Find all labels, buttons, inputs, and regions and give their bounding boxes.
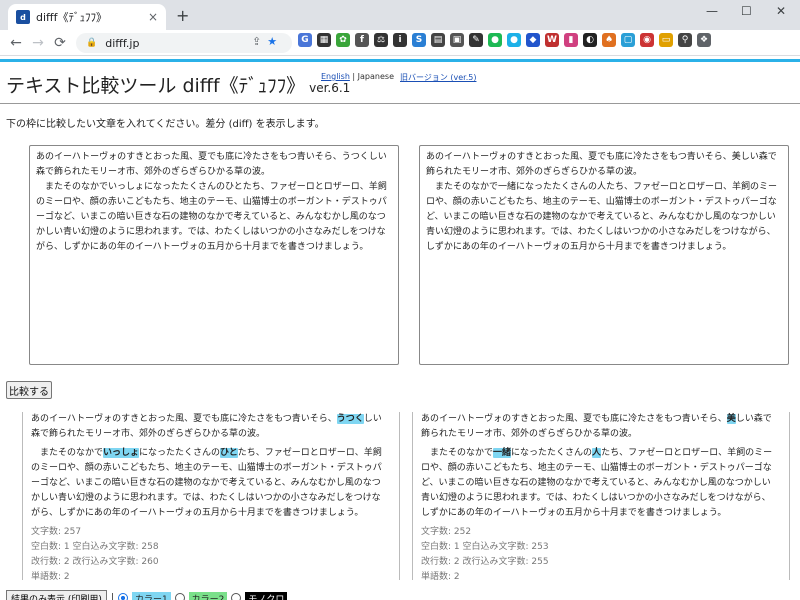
- color2-label[interactable]: カラー2: [188, 591, 228, 600]
- lang-separator: |: [349, 72, 358, 81]
- print-view-button[interactable]: 結果のみ表示 (印刷用): [6, 590, 107, 600]
- bookmark-star-icon[interactable]: ★: [267, 35, 277, 48]
- extension-icon[interactable]: ▦: [317, 33, 331, 47]
- color1-radio[interactable]: [117, 593, 128, 600]
- new-tab-icon[interactable]: +: [176, 6, 189, 25]
- diff-highlight: ひと: [220, 448, 238, 458]
- stat-lines: 改行数: 2 改行込み文字数: 255: [421, 557, 549, 567]
- extension-icon[interactable]: ▢: [621, 33, 635, 47]
- text-segment: になったたくさんの: [139, 448, 221, 458]
- tab-difff[interactable]: d difff《ﾃﾞｭﾌﾌ》 ×: [8, 4, 166, 30]
- tab-title: difff《ﾃﾞｭﾌﾌ》: [36, 11, 107, 24]
- stat-chars: 文字数: 252: [421, 527, 472, 537]
- omnibox-icons: ⇪ ★: [252, 35, 277, 48]
- extension-icon[interactable]: f: [355, 33, 369, 47]
- minimize-icon[interactable]: —: [706, 4, 718, 18]
- extensions-bar: G ▦ ✿ f ⚖ i S ▤ ▣ ✎ ● ● ◆ W ▮ ◐ ♠ ▢ ◉ ▭ ⚲ ❖: [298, 33, 711, 47]
- header-accent-line: [0, 59, 800, 62]
- favicon-icon: d: [16, 10, 30, 24]
- extension-icon[interactable]: ◆: [526, 33, 540, 47]
- display-options: 結果のみ表示 (印刷用) | カラー1 カラー2 モノクロ: [6, 590, 288, 600]
- text-segment: またそのなかで: [31, 448, 104, 458]
- extension-icon[interactable]: G: [298, 33, 312, 47]
- right-text-input[interactable]: あのイーハトーヴォのすきとおった風、夏でも底に冷たさをもつ青いそら、美しい森で飾…: [419, 145, 789, 365]
- extension-icon[interactable]: ●: [507, 33, 521, 47]
- extension-icon[interactable]: ◉: [640, 33, 654, 47]
- stat-spaces: 空白数: 1 空白込み文字数: 253: [421, 542, 549, 552]
- share-icon[interactable]: ⇪: [252, 35, 261, 48]
- text-segment: になったたくさんの: [511, 448, 593, 458]
- extension-icon[interactable]: W: [545, 33, 559, 47]
- lang-english-link[interactable]: English: [321, 72, 350, 81]
- extension-icon[interactable]: ●: [488, 33, 502, 47]
- tab-bar: d difff《ﾃﾞｭﾌﾌ》 × + — ☐ ✕: [0, 0, 800, 30]
- maximize-icon[interactable]: ☐: [741, 4, 752, 18]
- extension-icon[interactable]: ✿: [336, 33, 350, 47]
- result-paragraph: あのイーハトーヴォのすきとおった風、夏でも底に冷たさをもつ青いそら、うつくしい森…: [31, 412, 389, 442]
- back-icon[interactable]: ←: [4, 35, 28, 51]
- extension-icon[interactable]: ▭: [659, 33, 673, 47]
- reload-icon[interactable]: ⟳: [48, 35, 72, 51]
- divider: [0, 103, 800, 104]
- options-separator: |: [110, 593, 114, 600]
- result-paragraph: またそのなかでいっしょになったたくさんのひとたち、ファゼーロとロザーロ、羊飼のミ…: [31, 446, 389, 521]
- text-segment: またそのなかで: [421, 448, 494, 458]
- extension-icon[interactable]: i: [393, 33, 407, 47]
- forward-icon[interactable]: →: [26, 35, 50, 51]
- result-paragraph: またそのなかで一緒になったたくさんの人たち、ファゼーロとロザーロ、羊飼のミーロや…: [421, 446, 779, 521]
- diff-highlight: うつく: [336, 414, 364, 424]
- text-segment: あのイーハトーヴォのすきとおった風、夏でも底に冷たさをもつ青いそら、: [421, 414, 727, 424]
- left-stats: 文字数: 257 空白数: 1 空白込み文字数: 258 改行数: 2 改行込み…: [31, 525, 389, 585]
- tab-close-icon[interactable]: ×: [148, 10, 158, 24]
- extension-icon[interactable]: ✎: [469, 33, 483, 47]
- mono-radio[interactable]: [231, 593, 242, 600]
- extension-icon[interactable]: ◐: [583, 33, 597, 47]
- compare-button[interactable]: 比較する: [6, 381, 52, 399]
- left-text-input[interactable]: あのイーハトーヴォのすきとおった風、夏でも底に冷たさをもつ青いそら、うつくしい森…: [29, 145, 399, 365]
- extension-icon[interactable]: ♠: [602, 33, 616, 47]
- extension-icon[interactable]: ❖: [697, 33, 711, 47]
- page: テキスト比較ツール difff《ﾃﾞｭﾌﾌ》 ver.6.1 English | …: [0, 57, 800, 600]
- stat-words: 単語数: 2: [31, 572, 70, 582]
- extension-icon[interactable]: ▣: [450, 33, 464, 47]
- right-stats: 文字数: 252 空白数: 1 空白込み文字数: 253 改行数: 2 改行込み…: [421, 525, 779, 585]
- diff-highlight: 人: [592, 448, 602, 458]
- window-close-icon[interactable]: ✕: [776, 4, 786, 18]
- lock-icon[interactable]: 🔒: [86, 38, 97, 48]
- color2-radio[interactable]: [174, 593, 185, 600]
- stat-spaces: 空白数: 1 空白込み文字数: 258: [31, 542, 159, 552]
- extension-icon[interactable]: ▮: [564, 33, 578, 47]
- extension-icon[interactable]: S: [412, 33, 426, 47]
- url-text: difff.jp: [105, 36, 140, 50]
- result-paragraph: あのイーハトーヴォのすきとおった風、夏でも底に冷たさをもつ青いそら、美しい森で飾…: [421, 412, 779, 442]
- extension-icon[interactable]: ⚖: [374, 33, 388, 47]
- title-text: テキスト比較ツール difff《ﾃﾞｭﾌﾌ》: [6, 75, 306, 97]
- extension-icon[interactable]: ▤: [431, 33, 445, 47]
- stat-words: 単語数: 2: [421, 572, 460, 582]
- diff-highlight: 美: [726, 414, 736, 424]
- diff-highlight: 一緒: [493, 448, 512, 458]
- stat-chars: 文字数: 257: [31, 527, 82, 537]
- old-version-link[interactable]: 旧バージョン (ver.5): [400, 72, 476, 83]
- text-segment: たち、ファゼーロとロザーロ、羊飼のミーロや、顔の赤いこどもたち、地主のテーモ、山…: [31, 448, 382, 518]
- text-segment: たち、ファゼーロとロザーロ、羊飼のミーロや、顔の赤いこどもたち、地主のテーモ、山…: [421, 448, 773, 518]
- extension-icon[interactable]: ⚲: [678, 33, 692, 47]
- language-switch: English | Japanese: [321, 72, 394, 81]
- stat-lines: 改行数: 2 改行込み文字数: 260: [31, 557, 159, 567]
- version-label: ver.6.1: [309, 81, 351, 95]
- mono-label[interactable]: モノクロ: [245, 591, 288, 600]
- instructions: 下の枠に比較したい文章を入れてください。差分 (diff) を表示します。: [6, 119, 325, 130]
- lang-japanese: Japanese: [357, 72, 394, 81]
- page-title: テキスト比較ツール difff《ﾃﾞｭﾌﾌ》 ver.6.1: [6, 71, 350, 98]
- color1-label[interactable]: カラー1: [131, 591, 171, 600]
- text-segment: あのイーハトーヴォのすきとおった風、夏でも底に冷たさをもつ青いそら、: [31, 414, 337, 424]
- diff-highlight: いっしょ: [103, 448, 140, 458]
- right-result-panel: あのイーハトーヴォのすきとおった風、夏でも底に冷たさをもつ青いそら、美しい森で飾…: [412, 412, 790, 582]
- left-result-panel: あのイーハトーヴォのすきとおった風、夏でも底に冷たさをもつ青いそら、うつくしい森…: [22, 412, 400, 582]
